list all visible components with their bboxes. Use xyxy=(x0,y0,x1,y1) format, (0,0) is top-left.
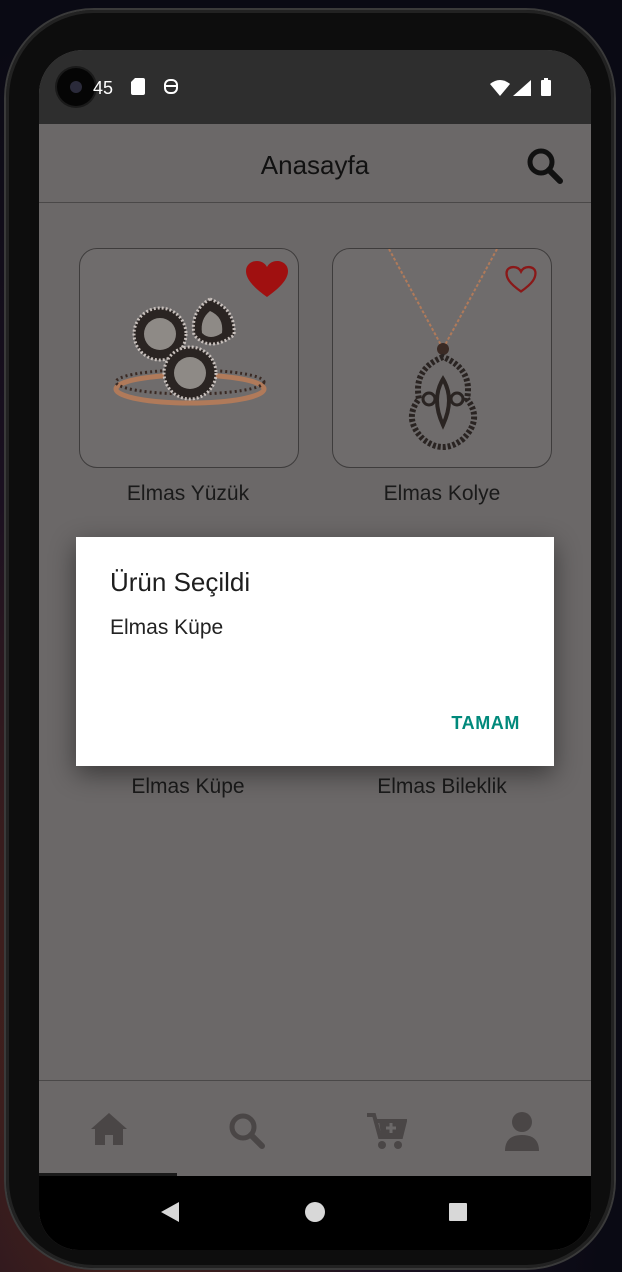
signal-icon xyxy=(513,80,531,96)
bottom-navigation xyxy=(39,1080,591,1177)
page-title: Anasayfa xyxy=(260,150,370,180)
front-camera xyxy=(57,68,95,106)
back-icon[interactable] xyxy=(159,1200,181,1224)
sd-card-icon xyxy=(131,78,145,95)
system-navigation-bar xyxy=(39,1176,591,1250)
phone-frame: 45 Anasayfa Elmas Yüzük Elmas Kolye Elma… xyxy=(6,10,614,1268)
app-bar: Anasayfa xyxy=(39,124,591,203)
dialog-title: Ürün Seçildi xyxy=(110,567,251,597)
necklace-image xyxy=(388,249,498,450)
nav-home[interactable] xyxy=(39,1081,177,1177)
search-icon xyxy=(527,148,563,184)
favorite-filled-icon[interactable] xyxy=(246,261,288,299)
product-label: Elmas Bileklik xyxy=(377,775,507,798)
battery-icon xyxy=(541,78,551,96)
wifi-icon xyxy=(490,80,510,96)
cart-add-icon xyxy=(367,1113,407,1149)
search-button[interactable] xyxy=(525,146,565,186)
nav-cart[interactable] xyxy=(315,1081,453,1177)
android-debug-icon xyxy=(164,79,178,94)
home-circle-icon[interactable] xyxy=(304,1201,326,1223)
product-label: Elmas Küpe xyxy=(131,775,245,798)
confirm-button[interactable]: TAMAM xyxy=(451,713,520,734)
screen: 45 Anasayfa Elmas Yüzük Elmas Kolye Elma… xyxy=(39,50,591,1250)
product-label: Elmas Yüzük xyxy=(126,482,250,505)
nav-search[interactable] xyxy=(177,1081,315,1177)
nav-profile[interactable] xyxy=(453,1081,591,1177)
recents-icon[interactable] xyxy=(448,1202,468,1222)
status-time: 45 xyxy=(93,78,114,98)
product-card-necklace[interactable] xyxy=(332,248,552,468)
search-icon xyxy=(229,1113,265,1149)
product-card-ring[interactable] xyxy=(79,248,299,468)
dialog-message: Elmas Küpe xyxy=(110,616,224,639)
person-icon xyxy=(505,1112,539,1151)
product-label: Elmas Kolye xyxy=(383,482,501,505)
favorite-outline-icon[interactable] xyxy=(505,265,537,295)
home-icon xyxy=(91,1113,127,1145)
status-bar: 45 xyxy=(39,50,591,124)
product-selected-dialog: Ürün Seçildi Elmas Küpe TAMAM xyxy=(76,537,554,766)
ring-image xyxy=(113,297,267,406)
